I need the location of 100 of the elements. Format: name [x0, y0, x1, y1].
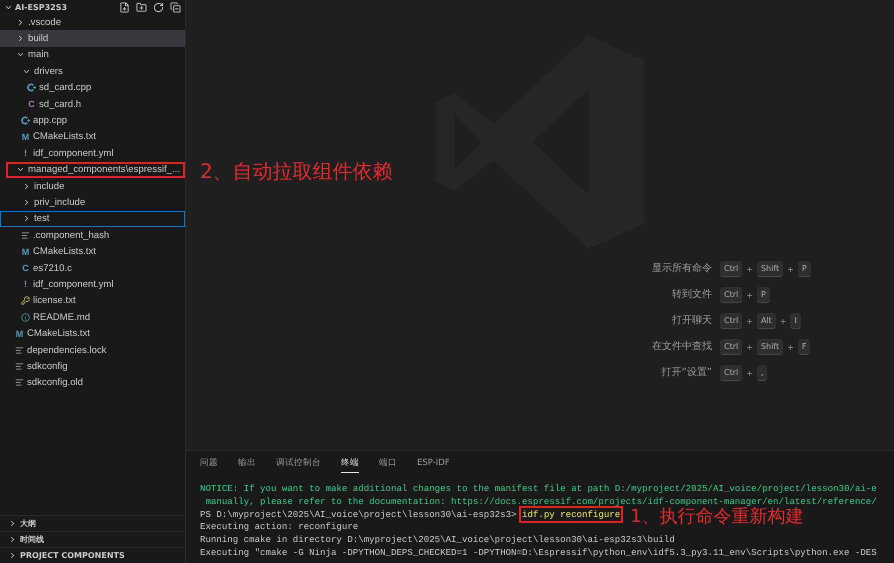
new-file-icon[interactable]: [119, 2, 130, 12]
file-item[interactable]: C sd_card.h: [0, 96, 185, 112]
folder-name: drivers: [34, 66, 63, 77]
section-header[interactable]: 大纲: [0, 515, 185, 531]
terminal-line: manually, please refer to the documentation: https://docs.espressif.com/projects/idf-component-manager/en/latest/reference/: [204, 496, 877, 507]
file-name: sdkconfig: [27, 360, 68, 372]
file-type-icon: !: [21, 148, 30, 158]
folder-name: priv_include: [34, 196, 86, 208]
shortcut-label: 在文件中查找: [651, 340, 712, 354]
file-name: license.txt: [33, 295, 76, 306]
file-name: CMakeLists.txt: [33, 246, 96, 258]
shortcut-label: 打开聊天: [671, 314, 712, 328]
folder-name: test: [34, 213, 50, 224]
folder-item[interactable]: managed_components\espressif_...: [6, 162, 185, 178]
file-type-icon: C: [21, 263, 30, 274]
folder-name: build: [28, 33, 48, 44]
plus-sign: +: [746, 290, 753, 300]
file-item[interactable]: ! idf_component.yml: [0, 145, 185, 162]
file-name: dependencies.lock: [27, 344, 106, 356]
file-name: app.cpp: [33, 115, 68, 126]
plus-sign: +: [746, 368, 753, 378]
section-header[interactable]: PROJECT COMPONENTS: [0, 547, 185, 563]
annotation-text: 2、自动拉取组件依赖: [200, 158, 393, 185]
file-type-icon: M: [15, 328, 24, 339]
panel-tab[interactable]: 调试控制台: [276, 453, 321, 473]
plus-sign: +: [746, 264, 753, 274]
folder-item[interactable]: drivers: [0, 63, 185, 80]
file-item[interactable]: ! idf_component.yml: [0, 276, 185, 293]
folder-item[interactable]: priv_include: [0, 194, 185, 211]
file-item[interactable]: M CMakeLists.txt: [0, 243, 185, 260]
file-type-icon: !: [21, 279, 30, 290]
file-name: es7210.c: [33, 262, 72, 274]
shortcut-label: 显示所有命令: [651, 262, 712, 276]
folder-name: main: [28, 49, 49, 60]
new-folder-icon[interactable]: [136, 2, 147, 12]
plus-sign: +: [787, 264, 794, 274]
shortcut-label: 转到文件: [671, 288, 712, 302]
plus-sign: +: [746, 316, 753, 326]
key-cap: I: [790, 313, 801, 329]
section-header[interactable]: 时间线: [0, 531, 185, 547]
file-item[interactable]: M CMakeLists.txt: [0, 325, 185, 342]
file-item[interactable]: M CMakeLists.txt: [0, 128, 185, 146]
panel-tab[interactable]: 输出: [238, 453, 256, 473]
folder-item[interactable]: .vscode: [0, 14, 185, 30]
key-cap: Ctrl: [720, 313, 742, 329]
annotation-text: 1、执行命令重新构建: [630, 508, 804, 526]
file-name: sd_card.cpp: [39, 82, 92, 94]
key-cap: Ctrl: [720, 339, 742, 355]
plus-sign: +: [746, 342, 753, 352]
folder-name: managed_components\espressif_...: [28, 164, 180, 176]
terminal-line: Executing "cmake -G Ninja -DPYTHON_DEPS_CHECKED=1 -DPYTHON=D:\Espressif\python_env\idf5.3_py3.11_env\Scripts\python.exe -DES: [200, 546, 877, 560]
folder-name: include: [34, 180, 64, 192]
refresh-icon[interactable]: [153, 2, 164, 12]
panel-tab[interactable]: 端口: [379, 453, 397, 473]
key-cap: Ctrl: [720, 287, 742, 303]
key-cap: F: [798, 339, 810, 355]
file-item[interactable]: .component_hash: [0, 227, 185, 244]
file-type-icon: C: [27, 99, 36, 110]
plus-sign: +: [787, 342, 794, 352]
file-item[interactable]: license.txt: [0, 292, 185, 310]
file-item[interactable]: sdkconfig.old: [0, 374, 185, 391]
file-name: CMakeLists.txt: [27, 328, 90, 340]
file-name: sd_card.h: [39, 98, 82, 110]
folder-item[interactable]: build: [0, 30, 185, 47]
folder-name: .vscode: [28, 16, 62, 28]
file-item[interactable]: README.md: [0, 309, 185, 326]
file-item[interactable]: dependencies.lock: [0, 342, 185, 358]
panel-tab[interactable]: 终端: [341, 453, 359, 473]
folder-item[interactable]: include: [0, 178, 185, 194]
key-cap: P: [756, 287, 770, 303]
file-name: README.md: [33, 312, 90, 323]
file-name: sdkconfig.old: [27, 377, 83, 388]
terminal-line: Running cmake in directory D:\myproject\2025\AI_voice\project\lesson30\ai-esp32s3\build: [200, 534, 675, 547]
file-name: idf_component.yml: [33, 148, 114, 159]
file-name: CMakeLists.txt: [33, 131, 96, 142]
file-item[interactable]: sdkconfig: [0, 358, 185, 375]
folder-item[interactable]: test: [0, 210, 185, 228]
file-type-icon: M: [21, 246, 30, 257]
folder-item[interactable]: main: [0, 46, 185, 64]
terminal-command: idf.py reconfigure: [522, 508, 620, 520]
panel-tab[interactable]: ESP-IDF: [417, 454, 450, 472]
terminal-prompt: PS D:\myproject\2025\AI_voice\project\lesson30\ai-esp32s3>: [200, 508, 518, 520]
key-cap: Ctrl: [720, 365, 742, 381]
file-name: .component_hash: [33, 230, 110, 241]
file-item[interactable]: app.cpp: [0, 112, 185, 129]
workspace-title: AI-ESP32S3: [15, 2, 68, 12]
terminal-line: NOTICE: If you want to make additional changes to the manifest file at path D:/myproject/2025/AI_voice/project/lesson30/ai-e: [200, 483, 877, 496]
file-item[interactable]: C es7210.c: [0, 260, 185, 276]
shortcut-label: 打开“设置”: [660, 366, 712, 380]
section-title: PROJECT COMPONENTS: [20, 551, 125, 560]
file-item[interactable]: sd_card.cpp: [0, 80, 185, 96]
section-title: 大纲: [20, 518, 36, 529]
terminal-line: Executing action: reconfigure: [200, 521, 358, 534]
key-cap: Shift: [756, 261, 784, 277]
file-name: idf_component.yml: [33, 278, 114, 290]
plus-sign: +: [780, 316, 786, 326]
key-cap: Shift: [756, 339, 784, 355]
collapse-all-icon[interactable]: [170, 2, 181, 12]
panel-tab[interactable]: 问题: [200, 453, 218, 473]
key-cap: ,: [756, 365, 768, 381]
